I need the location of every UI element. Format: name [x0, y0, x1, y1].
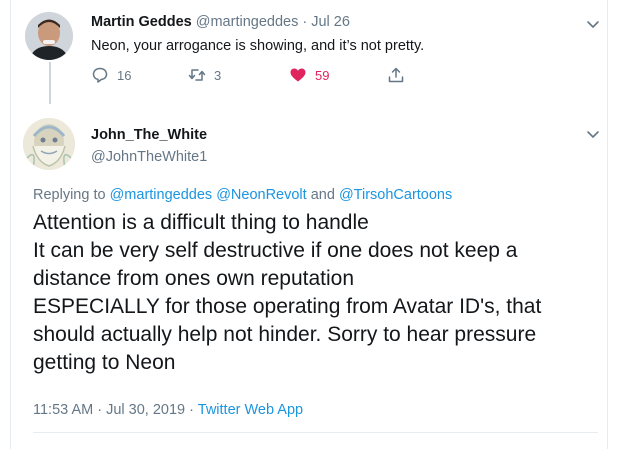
separator: ·	[189, 402, 194, 418]
chevron-down-icon[interactable]	[584, 125, 602, 143]
tweet-line: should actually help not hinder. Sorry t…	[33, 323, 537, 346]
heart-icon	[290, 68, 306, 82]
mention-joiner: and	[310, 187, 335, 203]
tweet-date[interactable]: Jul 26	[311, 14, 350, 30]
share-icon	[388, 67, 404, 83]
source-app-link[interactable]: Twitter Web App	[198, 402, 303, 418]
like-button[interactable]: 59	[289, 66, 329, 84]
tweet-line: getting to Neon	[33, 351, 176, 374]
mention-link[interactable]: @NeonRevolt	[216, 187, 306, 203]
replying-prefix: Replying to	[33, 187, 106, 203]
avatar[interactable]	[25, 12, 73, 60]
tweet-metadata: 11:53 AM · Jul 30, 2019 · Twitter Web Ap…	[33, 402, 303, 418]
tweet-line: ESPECIALLY for those operating from Avat…	[33, 295, 542, 318]
author-name[interactable]: Martin Geddes	[91, 14, 192, 30]
like-count: 59	[315, 67, 330, 83]
tweet-line: distance from ones own reputation	[33, 267, 355, 290]
avatar[interactable]	[23, 118, 75, 170]
author-handle[interactable]: @martingeddes	[196, 14, 299, 30]
tweet-date[interactable]: Jul 30, 2019	[106, 402, 185, 418]
reply-count: 16	[117, 67, 132, 83]
separator: ·	[302, 14, 308, 30]
divider	[33, 432, 598, 433]
author-handle[interactable]: @JohnTheWhite1	[91, 149, 207, 165]
timeline-frame: Martin Geddes @martingeddes · Jul 26 Neo…	[10, 0, 608, 449]
retweet-icon	[188, 69, 206, 81]
chevron-down-icon[interactable]	[584, 15, 602, 33]
author-name[interactable]: John_The_White	[91, 127, 207, 143]
reply-button[interactable]: 16	[91, 66, 131, 84]
share-button[interactable]	[387, 66, 405, 84]
reply-icon	[92, 67, 108, 83]
retweet-count: 3	[214, 67, 222, 83]
tweet-line: It can be very self destructive if one d…	[33, 239, 518, 262]
tweet-line: Attention is a difficult thing to handle	[33, 211, 369, 234]
tweet-time[interactable]: 11:53 AM	[33, 402, 93, 418]
separator: ·	[97, 402, 103, 418]
mention-link[interactable]: @martingeddes	[110, 187, 213, 203]
replying-to: Replying to @martingeddes @NeonRevolt an…	[33, 187, 452, 203]
tweet-header: Martin Geddes @martingeddes · Jul 26	[91, 14, 350, 30]
thread-line	[49, 62, 51, 104]
retweet-button[interactable]: 3	[188, 66, 221, 84]
mention-link[interactable]: @TirsohCartoons	[339, 187, 452, 203]
tweet-text: Neon, your arrogance is showing, and it’…	[91, 38, 425, 54]
tweet-text: Attention is a difficult thing to handle…	[33, 209, 603, 377]
